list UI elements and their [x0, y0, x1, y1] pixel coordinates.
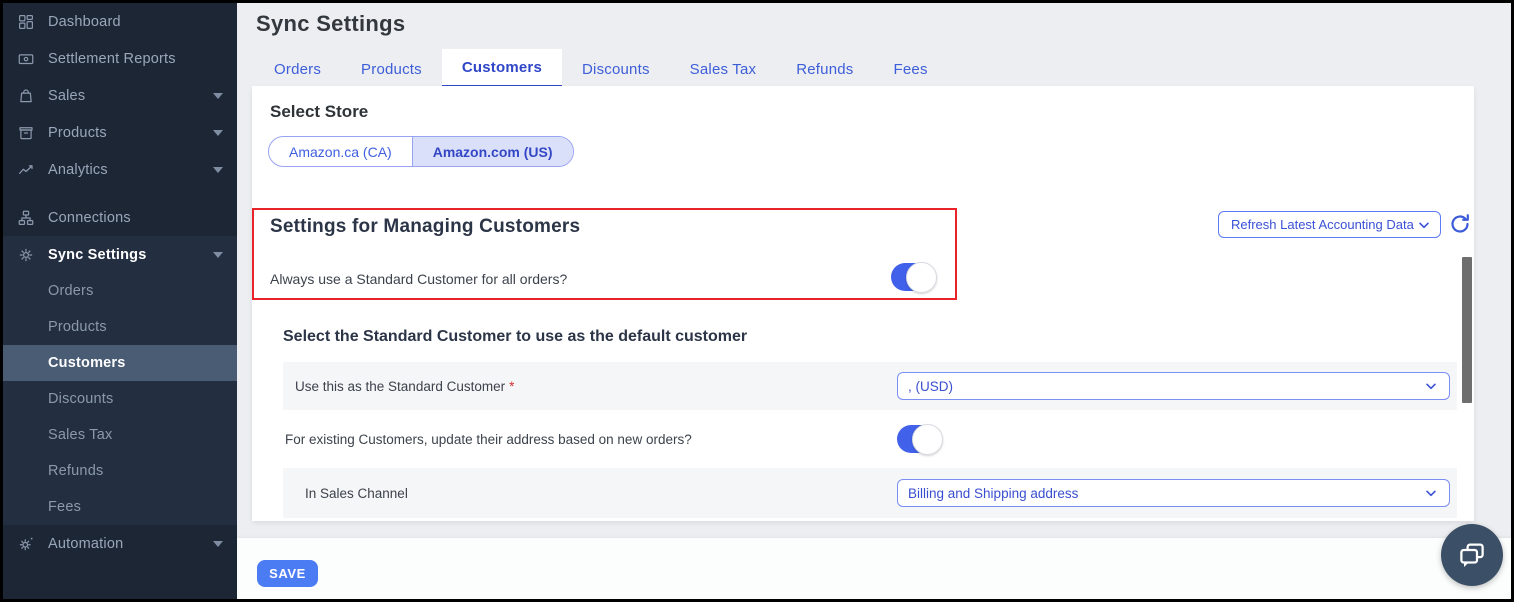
- chevron-down-icon: [1416, 217, 1432, 233]
- tab-customers[interactable]: Customers: [442, 49, 562, 89]
- settlement-reports-icon: [17, 50, 35, 68]
- dashboard-icon: [17, 13, 35, 31]
- gear-icon: [17, 246, 35, 264]
- submenu-label: Sales Tax: [48, 427, 112, 443]
- chevron-down-icon: [213, 93, 223, 99]
- standard-customer-select[interactable]: , (USD): [897, 372, 1450, 400]
- sidebar: Dashboard Settlement Reports Sales Produ…: [3, 3, 237, 599]
- chevron-down-icon: [213, 130, 223, 136]
- submenu-label: Customers: [48, 355, 126, 371]
- select-store-heading: Select Store: [270, 102, 368, 122]
- tab-orders[interactable]: Orders: [254, 49, 341, 89]
- sidebar-label: Settlement Reports: [48, 51, 223, 67]
- automation-icon: [17, 535, 35, 553]
- submenu-label: Orders: [48, 283, 94, 299]
- store-selector: Amazon.ca (CA) Amazon.com (US): [268, 136, 574, 167]
- sidebar-label: Sales: [48, 88, 213, 104]
- sidebar-item-settlement-reports[interactable]: Settlement Reports: [3, 40, 237, 77]
- chevron-down-icon: [213, 541, 223, 547]
- chevron-down-icon: [213, 167, 223, 173]
- sales-channel-select-value: Billing and Shipping address: [908, 486, 1423, 501]
- refresh-icon[interactable]: [1448, 212, 1472, 236]
- connections-icon: [17, 209, 35, 227]
- sales-channel-select[interactable]: Billing and Shipping address: [897, 479, 1450, 507]
- update-address-toggle[interactable]: [897, 425, 942, 453]
- refresh-dropdown-label: Refresh Latest Accounting Data: [1231, 217, 1416, 232]
- submenu-label: Fees: [48, 499, 81, 515]
- table-row: In Sales Channel Billing and Shipping ad…: [283, 468, 1457, 518]
- standard-customer-toggle[interactable]: [891, 263, 936, 291]
- settings-rows: Use this as the Standard Customer * , (U…: [283, 362, 1457, 520]
- main-content: Sync Settings Orders Products Customers …: [237, 3, 1511, 599]
- sidebar-item-sales[interactable]: Sales: [3, 77, 237, 114]
- standard-customer-select-value: , (USD): [908, 379, 1423, 394]
- sidebar-label: Connections: [48, 210, 223, 226]
- submenu-item-fees[interactable]: Fees: [3, 489, 237, 525]
- submenu-item-discounts[interactable]: Discounts: [3, 381, 237, 417]
- refresh-data-dropdown[interactable]: Refresh Latest Accounting Data: [1218, 211, 1441, 238]
- save-button[interactable]: SAVE: [257, 560, 318, 587]
- tab-refunds[interactable]: Refunds: [776, 49, 873, 89]
- scrollbar[interactable]: [1462, 257, 1472, 403]
- chevron-down-icon: [213, 252, 223, 258]
- sidebar-item-automation[interactable]: Automation: [3, 525, 237, 562]
- table-row: Use this as the Standard Customer * , (U…: [283, 362, 1457, 410]
- sales-icon: [17, 87, 35, 105]
- tab-fees[interactable]: Fees: [874, 49, 948, 89]
- footer-bar: SAVE: [237, 538, 1511, 599]
- submenu-item-sales-tax[interactable]: Sales Tax: [3, 417, 237, 453]
- submenu-label: Discounts: [48, 391, 113, 407]
- sidebar-label: Dashboard: [48, 14, 223, 30]
- tab-bar: Orders Products Customers Discounts Sale…: [254, 49, 948, 89]
- submenu-item-refunds[interactable]: Refunds: [3, 453, 237, 489]
- store-option-amazon-us[interactable]: Amazon.com (US): [412, 137, 573, 166]
- sales-channel-label: In Sales Channel: [305, 486, 408, 501]
- tab-discounts[interactable]: Discounts: [562, 49, 670, 89]
- screenshot-frame: Dashboard Settlement Reports Sales Produ…: [0, 0, 1514, 602]
- sidebar-label: Sync Settings: [48, 247, 213, 263]
- submenu-item-orders[interactable]: Orders: [3, 273, 237, 309]
- settings-panel: Select Store Amazon.ca (CA) Amazon.com (…: [252, 86, 1474, 521]
- sidebar-item-products[interactable]: Products: [3, 114, 237, 151]
- sidebar-item-connections[interactable]: Connections: [3, 199, 237, 236]
- standard-customer-question-label: Always use a Standard Customer for all o…: [270, 271, 567, 287]
- chevron-down-icon: [1423, 378, 1439, 394]
- sidebar-label: Automation: [48, 536, 213, 552]
- chat-bubbles-icon: [1457, 540, 1487, 570]
- page-title: Sync Settings: [256, 11, 405, 37]
- update-address-question-label: For existing Customers, update their add…: [285, 432, 692, 447]
- analytics-icon: [17, 161, 35, 179]
- sidebar-item-analytics[interactable]: Analytics: [3, 151, 237, 188]
- submenu-item-products[interactable]: Products: [3, 309, 237, 345]
- sidebar-label: Analytics: [48, 162, 213, 178]
- tab-products[interactable]: Products: [341, 49, 442, 89]
- sidebar-label: Products: [48, 125, 213, 141]
- tab-sales-tax[interactable]: Sales Tax: [670, 49, 777, 89]
- submenu-item-customers[interactable]: Customers: [3, 345, 237, 381]
- required-marker: *: [509, 379, 514, 394]
- products-icon: [17, 124, 35, 142]
- chevron-down-icon: [1423, 485, 1439, 501]
- submenu-label: Products: [48, 319, 107, 335]
- managing-customers-heading: Settings for Managing Customers: [270, 216, 580, 238]
- submenu-label: Refunds: [48, 463, 103, 479]
- default-customer-heading: Select the Standard Customer to use as t…: [283, 328, 747, 346]
- store-option-amazon-ca[interactable]: Amazon.ca (CA): [269, 137, 412, 166]
- sidebar-item-sync-settings[interactable]: Sync Settings: [3, 236, 237, 273]
- sidebar-divider: [3, 188, 237, 199]
- table-row: For existing Customers, update their add…: [283, 412, 1457, 466]
- sidebar-item-dashboard[interactable]: Dashboard: [3, 3, 237, 40]
- standard-customer-select-label: Use this as the Standard Customer: [295, 379, 505, 394]
- chat-launcher[interactable]: [1441, 524, 1503, 586]
- sync-settings-submenu: Orders Products Customers Discounts Sale…: [3, 273, 237, 525]
